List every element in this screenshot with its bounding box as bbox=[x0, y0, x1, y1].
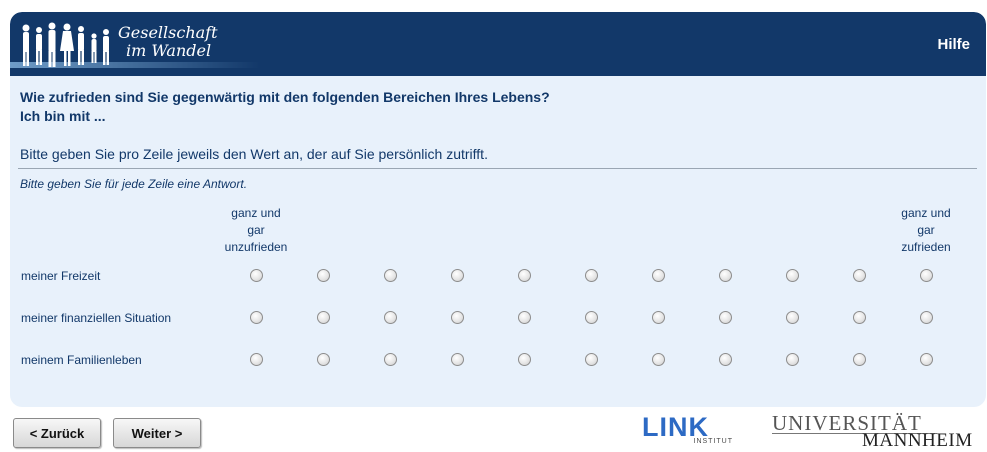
low-anchor-line: gar bbox=[247, 223, 265, 237]
scale-low-anchor: ganz und gar unzufrieden bbox=[216, 205, 296, 256]
university-logo: UNIVERSITÄT MANNHEIM bbox=[772, 411, 977, 451]
row-label-freizeit: meiner Freizeit bbox=[21, 269, 101, 283]
help-link[interactable]: Hilfe bbox=[937, 36, 970, 53]
high-anchor-line: gar bbox=[917, 223, 935, 237]
survey-panel: Gesellschaft im Wandel Hilfe Wie zufried… bbox=[10, 12, 986, 407]
rating-radio[interactable] bbox=[518, 311, 531, 324]
rating-radio[interactable] bbox=[384, 353, 397, 366]
people-silhouettes-icon bbox=[22, 22, 109, 67]
rating-radio[interactable] bbox=[317, 269, 330, 282]
rating-radio[interactable] bbox=[786, 353, 799, 366]
rating-radio[interactable] bbox=[652, 311, 665, 324]
header-bar: Gesellschaft im Wandel Hilfe bbox=[10, 12, 986, 76]
rating-radio[interactable] bbox=[585, 269, 598, 282]
rating-radio[interactable] bbox=[920, 269, 933, 282]
rating-radio[interactable] bbox=[518, 353, 531, 366]
instruction-text: Bitte geben Sie pro Zeile jeweils den We… bbox=[20, 146, 488, 162]
rating-radio[interactable] bbox=[250, 353, 263, 366]
rating-radio[interactable] bbox=[451, 269, 464, 282]
rating-radio[interactable] bbox=[384, 311, 397, 324]
next-button[interactable]: Weiter > bbox=[113, 418, 201, 448]
rating-radio[interactable] bbox=[719, 353, 732, 366]
low-anchor-line: unzufrieden bbox=[224, 240, 288, 254]
logo-line-2: im Wandel bbox=[126, 41, 212, 60]
rating-radio[interactable] bbox=[719, 311, 732, 324]
rating-radio[interactable] bbox=[920, 311, 933, 324]
rating-radio[interactable] bbox=[250, 269, 263, 282]
rating-radio[interactable] bbox=[652, 353, 665, 366]
question-line-2: Ich bin mit ... bbox=[20, 108, 106, 124]
site-logo-text: Gesellschaft im Wandel bbox=[118, 24, 218, 60]
rating-radio[interactable] bbox=[518, 269, 531, 282]
rating-radio[interactable] bbox=[786, 269, 799, 282]
rating-radio[interactable] bbox=[384, 269, 397, 282]
rating-radio[interactable] bbox=[920, 353, 933, 366]
answer-hint: Bitte geben Sie für jede Zeile eine Antw… bbox=[20, 177, 248, 191]
rating-radio[interactable] bbox=[853, 269, 866, 282]
rating-radio[interactable] bbox=[853, 311, 866, 324]
logo-line-1: Gesellschaft bbox=[118, 23, 218, 42]
high-anchor-line: zufrieden bbox=[901, 240, 951, 254]
link-institut-logo: LINK INSTITUT bbox=[642, 413, 737, 449]
high-anchor-line: ganz und bbox=[901, 206, 951, 220]
rating-radio[interactable] bbox=[786, 311, 799, 324]
scale-high-anchor: ganz und gar zufrieden bbox=[886, 205, 966, 256]
rating-radio[interactable] bbox=[585, 353, 598, 366]
rating-radio[interactable] bbox=[652, 269, 665, 282]
rating-radio[interactable] bbox=[250, 311, 263, 324]
row-label-familie: meinem Familienleben bbox=[21, 353, 142, 367]
link-logo-sub: INSTITUT bbox=[693, 438, 733, 445]
rating-radio[interactable] bbox=[317, 311, 330, 324]
question-text: Wie zufrieden sind Sie gegenwärtig mit d… bbox=[20, 88, 550, 126]
back-button[interactable]: < Zurück bbox=[13, 418, 101, 448]
rating-radio[interactable] bbox=[317, 353, 330, 366]
divider bbox=[18, 168, 977, 169]
question-line-1: Wie zufrieden sind Sie gegenwärtig mit d… bbox=[20, 89, 550, 105]
rating-radio[interactable] bbox=[451, 353, 464, 366]
rating-radio[interactable] bbox=[719, 269, 732, 282]
low-anchor-line: ganz und bbox=[231, 206, 281, 220]
rating-radio[interactable] bbox=[853, 353, 866, 366]
row-label-finanzen: meiner finanziellen Situation bbox=[21, 311, 172, 325]
rating-radio[interactable] bbox=[451, 311, 464, 324]
link-logo-word: LINK bbox=[642, 412, 709, 442]
rating-radio[interactable] bbox=[585, 311, 598, 324]
